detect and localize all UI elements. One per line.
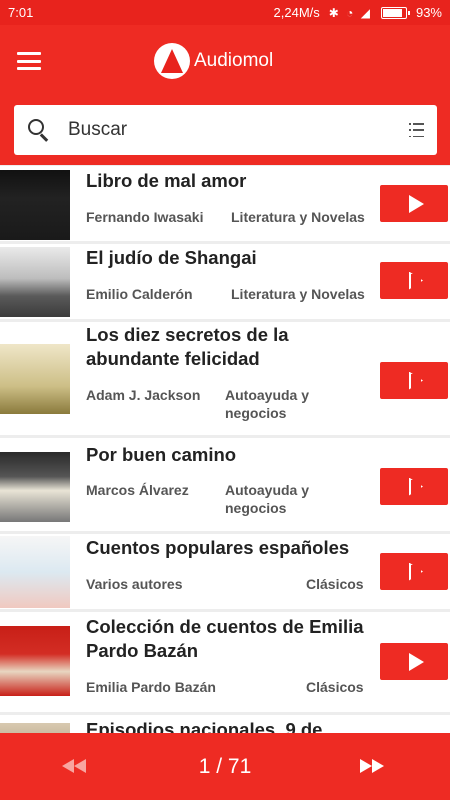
list-item[interactable]: Episodios nacionales. 9 de [0,715,450,733]
audiomol-logo-icon [154,43,190,79]
book-genre: Clásicos [306,576,364,592]
play-button[interactable] [380,262,448,299]
app-title: Audiomol [194,50,274,71]
search-area [0,97,450,165]
book-cover [0,170,70,240]
hamburger-menu-icon[interactable] [14,47,44,75]
book-author: Fernando Iwasaki [86,209,204,225]
play-button[interactable] [380,468,448,505]
book-genre: Autoayuda y negocios [225,482,310,516]
play-icon [409,477,423,496]
book-author: Varios autores [86,576,183,592]
list-item[interactable]: Colección de cuentos de Emilia Pardo Baz… [0,612,450,715]
book-genre: Clásicos [306,679,364,695]
book-cover [0,452,70,522]
book-title: Por buen camino [86,444,237,465]
list-item[interactable]: El judío de Shangai Emilio Calderón Lite… [0,244,450,322]
play-icon [409,562,423,581]
play-icon [408,652,424,671]
play-button[interactable] [380,185,448,222]
status-bar: 7:01 2,24M/s ✱ ◔ ◢ 93% [0,0,450,25]
search-icon[interactable] [28,119,50,142]
app-bar: Audiomol [0,25,450,97]
pagination-bar: 1 / 71 [0,733,450,800]
search-box[interactable] [14,105,437,155]
status-time: 7:01 [8,5,34,20]
battery-icon [380,6,410,19]
play-icon [408,194,424,213]
book-genre: Literatura y Novelas [231,286,365,302]
list-item[interactable]: Cuentos populares españoles Varios autor… [0,534,450,612]
book-title: Cuentos populares españoles [86,537,350,558]
book-author: Adam J. Jackson [86,387,201,403]
play-button[interactable] [380,643,448,680]
book-genre: Autoayuda y negocios [225,387,310,421]
book-cover [0,247,70,317]
list-item[interactable]: Los diez secretos de la abundante felici… [0,322,450,438]
book-author: Emilio Calderón [86,286,193,302]
next-page-icon[interactable] [360,757,388,775]
book-cover [0,723,70,733]
connectivity-icons: ✱ ◔ ◢ [328,5,372,20]
network-speed: 2,24M/s [273,5,320,20]
book-title: Colección de cuentos de Emilia Pardo Baz… [86,616,364,661]
book-cover [0,344,70,414]
list-item[interactable]: Libro de mal amor Fernando Iwasaki Liter… [0,166,450,244]
list-filter-icon[interactable] [409,123,424,137]
book-list: Libro de mal amor Fernando Iwasaki Liter… [0,166,450,733]
play-button[interactable] [380,362,448,399]
book-title: El judío de Shangai [86,247,257,268]
play-button[interactable] [380,553,448,590]
book-title: Libro de mal amor [86,170,247,191]
search-input[interactable] [68,119,368,141]
play-icon [409,271,423,290]
book-author: Emilia Pardo Bazán [86,679,216,695]
book-title: Los diez secretos de la abundante felici… [86,324,289,369]
brand: Audiomol [154,43,273,79]
battery-percent: 93% [415,5,442,20]
book-title: Episodios nacionales. 9 de [86,719,323,733]
status-right: 2,24M/s ✱ ◔ ◢ 93% [274,5,442,20]
book-cover [0,626,70,696]
list-item[interactable]: Por buen camino Marcos Álvarez Autoayuda… [0,438,450,534]
book-genre: Literatura y Novelas [231,209,365,225]
book-author: Marcos Álvarez [86,482,189,498]
book-cover [0,536,70,608]
play-icon [409,371,423,390]
